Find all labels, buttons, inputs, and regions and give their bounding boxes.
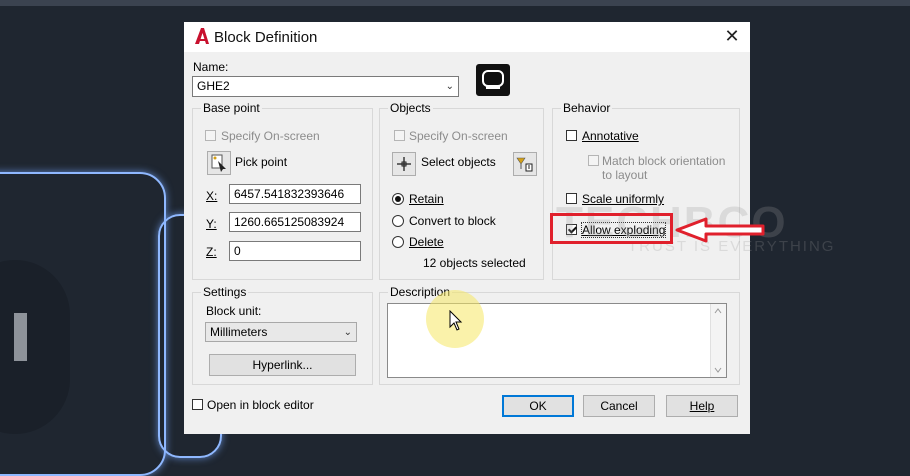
block-definition-dialog: Block Definition ✕ Name: GHE2 ⌄ Base poi… xyxy=(184,22,833,434)
block-unit-label: Block unit: xyxy=(206,304,262,318)
hyperlink-label: Hyperlink... xyxy=(252,358,313,372)
block-preview xyxy=(476,64,510,96)
pick-point-icon xyxy=(211,154,226,172)
settings-title: Settings xyxy=(201,285,249,299)
cancel-label: Cancel xyxy=(600,399,638,413)
crosshair-icon xyxy=(397,157,411,171)
convert-to-block-label: Convert to block xyxy=(409,214,496,228)
chevron-down-icon: ⌄ xyxy=(343,327,352,338)
base-point-title: Base point xyxy=(201,101,262,115)
base-point-group: Base point Specify On-screen Pick point … xyxy=(192,101,373,280)
y-coordinate-input[interactable]: 1260.665125083924 xyxy=(229,212,361,232)
close-button[interactable]: ✕ xyxy=(714,22,750,52)
block-unit-value: Millimeters xyxy=(210,325,268,339)
open-in-block-editor-checkbox[interactable] xyxy=(192,399,203,410)
chevron-down-icon: ⌄ xyxy=(445,81,454,92)
objects-title: Objects xyxy=(388,101,433,115)
help-button[interactable]: Help xyxy=(666,395,738,417)
behavior-title: Behavior xyxy=(561,101,613,115)
pick-point-label: Pick point xyxy=(235,155,288,169)
autocad-logo-icon xyxy=(195,28,209,44)
annotative-checkbox[interactable] xyxy=(566,130,577,141)
annotative-label: Annotative xyxy=(582,129,639,143)
name-label: Name: xyxy=(193,60,229,74)
retain-label: Retain xyxy=(409,192,444,206)
y-coordinate-value: 1260.665125083924 xyxy=(234,215,345,229)
cad-outline-outer xyxy=(0,172,166,476)
settings-group: Settings Block unit: Millimeters ⌄ Hyper… xyxy=(192,285,373,385)
objects-selected-count: 12 objects selected xyxy=(423,256,526,270)
y-label: Y: xyxy=(206,217,217,231)
scroll-arrows-icon xyxy=(714,308,722,373)
match-orientation-label: Match block orientation xyxy=(602,154,726,168)
dialog-title: Block Definition xyxy=(214,29,318,46)
quick-select-icon xyxy=(516,157,533,172)
dialog-titlebar: Block Definition ✕ xyxy=(184,22,750,52)
select-objects-label: Select objects xyxy=(421,155,496,169)
hyperlink-button[interactable]: Hyperlink... xyxy=(209,354,356,376)
annotation-highlight-box xyxy=(550,213,673,244)
delete-label: Delete xyxy=(409,235,444,249)
cancel-button[interactable]: Cancel xyxy=(583,395,655,417)
pick-point-button[interactable] xyxy=(207,151,231,175)
z-label: Z: xyxy=(206,245,217,259)
retain-radio[interactable] xyxy=(392,193,404,205)
quick-select-button[interactable] xyxy=(513,152,537,176)
close-icon: ✕ xyxy=(724,26,740,46)
ok-label: OK xyxy=(529,399,547,413)
base-specify-onscreen-checkbox[interactable] xyxy=(205,130,216,141)
name-value: GHE2 xyxy=(197,79,230,93)
delete-radio[interactable] xyxy=(392,236,404,248)
block-unit-select[interactable]: Millimeters ⌄ xyxy=(205,322,357,342)
ok-button[interactable]: OK xyxy=(502,395,574,417)
z-coordinate-value: 0 xyxy=(234,244,241,258)
objects-specify-onscreen-checkbox[interactable] xyxy=(394,130,405,141)
description-scrollbar[interactable] xyxy=(710,304,726,377)
annotation-arrow-icon xyxy=(675,217,765,243)
block-preview-icon xyxy=(482,70,504,89)
x-coordinate-value: 6457.541832393646 xyxy=(234,187,345,201)
help-label: Help xyxy=(689,399,715,413)
background-topbar xyxy=(0,0,910,6)
mouse-cursor-icon xyxy=(449,310,463,331)
base-specify-onscreen-label: Specify On-screen xyxy=(221,129,320,143)
x-label: X: xyxy=(206,189,218,203)
name-combobox[interactable]: GHE2 ⌄ xyxy=(192,76,459,97)
objects-group: Objects Specify On-screen Select objects… xyxy=(379,101,544,280)
match-orientation-label-line2: to layout xyxy=(602,168,648,182)
convert-to-block-radio[interactable] xyxy=(392,215,404,227)
z-coordinate-input[interactable]: 0 xyxy=(229,241,361,261)
match-orientation-checkbox[interactable] xyxy=(588,155,599,166)
x-coordinate-input[interactable]: 6457.541832393646 xyxy=(229,184,361,204)
objects-specify-onscreen-label: Specify On-screen xyxy=(409,129,508,143)
open-in-block-editor-label: Open in block editor xyxy=(207,398,314,412)
select-objects-button[interactable] xyxy=(392,152,416,176)
